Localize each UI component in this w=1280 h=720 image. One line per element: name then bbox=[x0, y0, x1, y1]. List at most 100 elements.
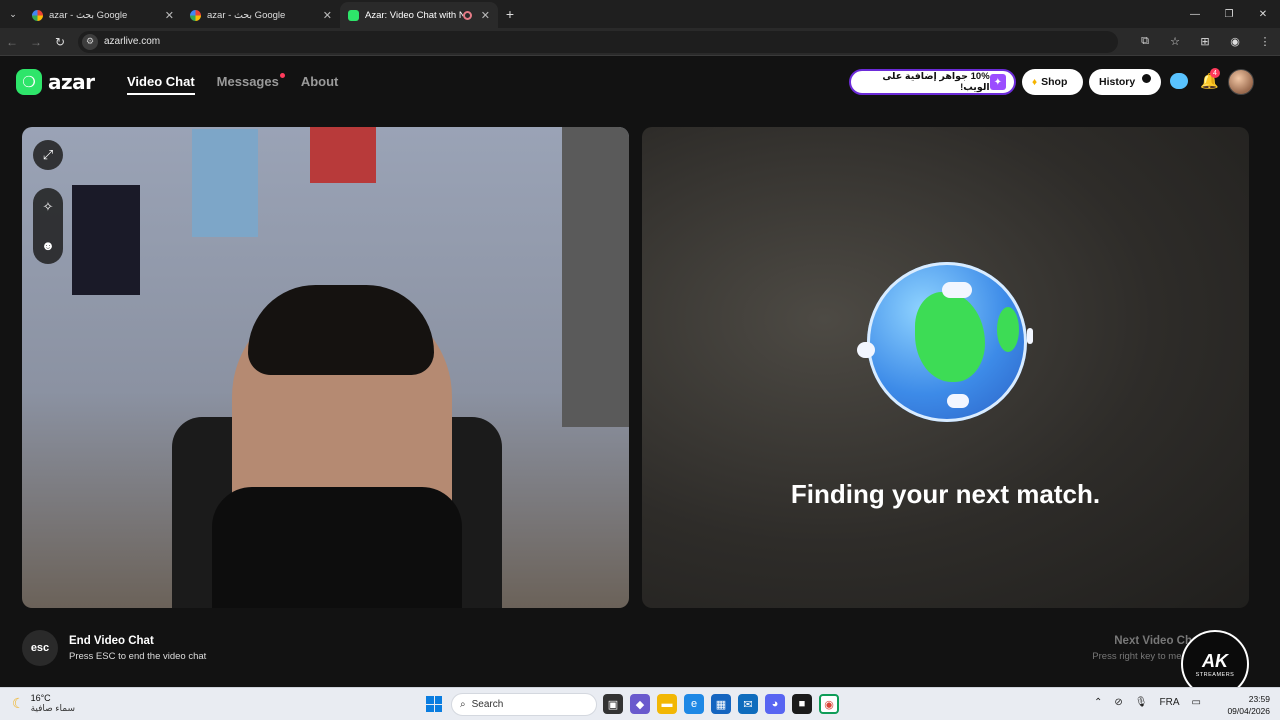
clock-time: 23:59 bbox=[1248, 694, 1270, 704]
restore-icon[interactable]: ❐ bbox=[1212, 0, 1246, 28]
taskbar-clock[interactable]: 23:59 09/04/2026 bbox=[1227, 693, 1270, 717]
close-tab-icon[interactable]: ✕ bbox=[323, 9, 332, 22]
back-icon[interactable]: ← bbox=[0, 35, 24, 49]
forward-icon[interactable]: → bbox=[24, 35, 48, 49]
azar-page: ❍ azar Video Chat Messages About 10% جوا… bbox=[0, 57, 1280, 698]
azar-favicon-icon bbox=[348, 9, 359, 21]
tab-title: Azar: Video Chat with New bbox=[365, 9, 463, 21]
site-info-icon[interactable]: ⚙ bbox=[82, 33, 98, 50]
moon-icon: ☾ bbox=[12, 695, 25, 711]
chevron-up-icon[interactable]: ⌃ bbox=[1094, 697, 1102, 708]
magic-wand-icon[interactable]: ✧ bbox=[43, 199, 54, 215]
windows-taskbar: ☾ 16°C سماء صافية ⌕ Search ▣ ◆ ▬ e ▦ ✉ ◕… bbox=[0, 687, 1280, 720]
close-window-icon[interactable]: ✕ bbox=[1246, 0, 1280, 28]
taskbar-apps: ▣ ◆ ▬ e ▦ ✉ ◕ ■ ◉ bbox=[603, 694, 839, 714]
windows-start-icon[interactable] bbox=[426, 696, 442, 712]
outlook-icon[interactable]: ✉ bbox=[738, 694, 758, 714]
browser-tab-1[interactable]: azar - بحث Google ✕ bbox=[24, 2, 182, 28]
remote-video-panel: Finding your next match. bbox=[642, 127, 1249, 608]
avatar[interactable] bbox=[1228, 69, 1254, 95]
effects-toolbar: ✧ ☻ bbox=[33, 188, 63, 264]
file-explorer-icon[interactable]: ▬ bbox=[657, 694, 677, 714]
notification-badge: 4 bbox=[1210, 68, 1220, 78]
weather-widget[interactable]: ☾ 16°C سماء صافية bbox=[12, 693, 75, 714]
azar-logo[interactable]: ❍ azar bbox=[16, 69, 95, 95]
browser-tab-2[interactable]: azar - بحث Google ✕ bbox=[182, 2, 340, 28]
gem-icon: ♦ bbox=[1032, 76, 1038, 88]
history-button[interactable]: History bbox=[1089, 69, 1161, 95]
network-icon[interactable]: ⊘ bbox=[1114, 697, 1122, 708]
wall-poster bbox=[72, 185, 140, 295]
tab-title: azar - بحث Google bbox=[207, 9, 286, 21]
history-label: History bbox=[1099, 76, 1136, 88]
app-icon[interactable]: ■ bbox=[792, 694, 812, 714]
history-icon bbox=[1142, 74, 1151, 83]
end-chat-button[interactable]: esc bbox=[22, 630, 58, 666]
globe-icon bbox=[857, 262, 1033, 432]
store-icon[interactable]: ▦ bbox=[711, 694, 731, 714]
person-hair bbox=[248, 285, 434, 375]
watermark-subtitle: STREAMERS bbox=[1195, 671, 1235, 678]
nav-messages-label: Messages bbox=[216, 74, 279, 89]
language-indicator[interactable]: FRA bbox=[1159, 697, 1179, 708]
profile-icon[interactable]: ◉ bbox=[1220, 35, 1250, 48]
next-chat-title[interactable]: Next Video Ch bbox=[1114, 635, 1192, 647]
end-chat-title: End Video Chat bbox=[69, 635, 154, 647]
widgets-icon[interactable]: ◆ bbox=[630, 694, 650, 714]
close-tab-icon[interactable]: ✕ bbox=[165, 9, 174, 22]
address-bar: ← → ↻ ⚙ azarlive.com ⧉ ☆ ⊞ ◉ ⋮ bbox=[0, 28, 1280, 56]
bookmark-star-icon[interactable]: ☆ bbox=[1160, 35, 1190, 48]
gift-icon: ✦ bbox=[989, 74, 1006, 90]
watermark-title: AK bbox=[1202, 650, 1228, 671]
end-chat-hint: Press ESC to end the video chat bbox=[69, 651, 207, 662]
taskbar-search[interactable]: ⌕ Search bbox=[451, 693, 597, 716]
microphone-icon[interactable]: 🎙 bbox=[1135, 697, 1148, 708]
window-controls: — ❐ ✕ bbox=[1178, 0, 1280, 28]
shop-label: Shop bbox=[1041, 76, 1068, 88]
nav-video-chat[interactable]: Video Chat bbox=[127, 74, 195, 95]
clock-date: 09/04/2026 bbox=[1227, 706, 1270, 716]
logo-text: azar bbox=[48, 70, 95, 94]
url-input[interactable]: ⚙ azarlive.com bbox=[78, 30, 1118, 53]
chat-icon[interactable] bbox=[1170, 73, 1188, 89]
reload-icon[interactable]: ↻ bbox=[48, 35, 72, 49]
recording-indicator-icon bbox=[462, 10, 472, 20]
weather-temp: 16°C bbox=[30, 693, 51, 703]
minimize-icon[interactable]: — bbox=[1178, 0, 1212, 28]
window-frame bbox=[562, 127, 629, 427]
person-shirt bbox=[212, 487, 462, 608]
tab-title: azar - بحث Google bbox=[49, 9, 128, 21]
wall-poster bbox=[192, 129, 258, 237]
promo-banner[interactable]: 10% جواهر إضافية على الويب! ✦ bbox=[849, 69, 1016, 95]
display-icon[interactable]: ▭ bbox=[1191, 697, 1200, 708]
tab-search-icon[interactable]: ⌄ bbox=[2, 3, 24, 25]
menu-icon[interactable]: ⋮ bbox=[1250, 35, 1280, 48]
close-tab-icon[interactable]: ✕ bbox=[481, 9, 490, 22]
shop-button[interactable]: ♦ Shop bbox=[1022, 69, 1083, 95]
wall-poster bbox=[310, 127, 376, 183]
nav-messages[interactable]: Messages bbox=[216, 73, 285, 95]
google-favicon-icon bbox=[190, 9, 201, 21]
chrome-icon[interactable]: ◉ bbox=[819, 694, 839, 714]
local-video-panel: ⤢ ✧ ☻ bbox=[22, 127, 629, 608]
search-icon: ⌕ bbox=[460, 699, 466, 710]
azar-logo-icon: ❍ bbox=[16, 69, 42, 95]
finding-match-text: Finding your next match. bbox=[790, 479, 1101, 509]
unread-dot bbox=[279, 73, 285, 78]
expand-icon[interactable]: ⤢ bbox=[33, 140, 63, 170]
nav-about[interactable]: About bbox=[301, 74, 339, 95]
extensions-icon[interactable]: ⊞ bbox=[1190, 35, 1220, 48]
browser-tab-3[interactable]: Azar: Video Chat with New ✕ bbox=[340, 2, 498, 28]
google-favicon-icon bbox=[32, 9, 43, 21]
url-text: azarlive.com bbox=[104, 36, 161, 47]
new-tab-button[interactable]: + bbox=[498, 6, 522, 22]
task-view-icon[interactable]: ▣ bbox=[603, 694, 623, 714]
search-placeholder: Search bbox=[471, 699, 504, 710]
promo-text: 10% جواهر إضافية على الويب! bbox=[882, 71, 990, 93]
discord-icon[interactable]: ◕ bbox=[765, 694, 785, 714]
system-tray: ⌃ ⊘ 🎙 FRA ▭ bbox=[1094, 697, 1201, 708]
face-filter-icon[interactable]: ☻ bbox=[41, 238, 55, 253]
edge-icon[interactable]: e bbox=[684, 694, 704, 714]
weather-desc: سماء صافية bbox=[30, 703, 76, 713]
cast-icon[interactable]: ⧉ bbox=[1130, 35, 1160, 48]
